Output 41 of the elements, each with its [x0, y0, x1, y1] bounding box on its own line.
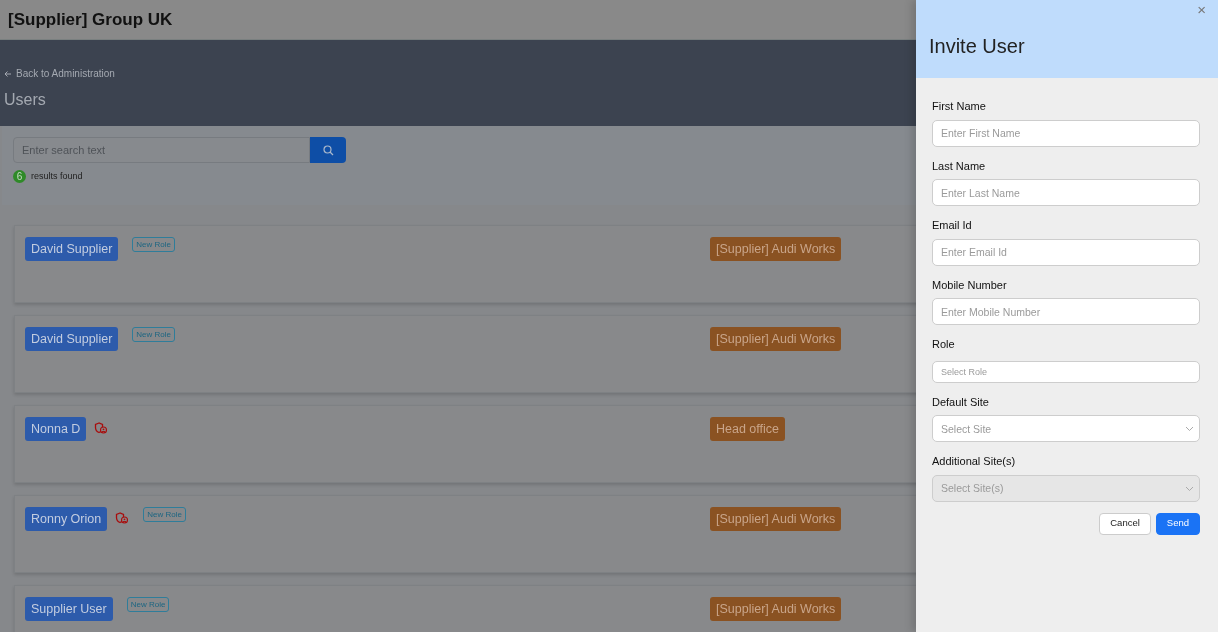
input-field[interactable]: Enter First Name: [932, 119, 1200, 147]
close-button[interactable]: ×: [1197, 1, 1206, 19]
chevron-down-icon: [1185, 485, 1194, 492]
back-link[interactable]: Back to Administration: [4, 66, 115, 81]
user-name[interactable]: David Supplier: [25, 327, 119, 351]
role-tag: New Role: [143, 507, 186, 522]
user-name[interactable]: Nonna D: [25, 417, 87, 441]
input-field[interactable]: Enter Mobile Number: [932, 298, 1200, 325]
input-field[interactable]: Enter Email Id: [932, 238, 1200, 266]
results-count: 6: [13, 170, 26, 184]
field-label: Email Id: [932, 218, 973, 233]
field-label: Default Site: [932, 394, 990, 410]
role-tag: New Role: [126, 597, 170, 612]
panel-title: Invite User: [929, 35, 1025, 57]
user-name[interactable]: Supplier User: [25, 597, 113, 621]
user-name[interactable]: Ronny Orion: [25, 507, 108, 531]
site-badge: Head office: [710, 417, 785, 441]
back-arrow-icon: [4, 69, 12, 78]
app-title: [Supplier] Group UK: [8, 8, 173, 31]
results-label: results found: [31, 170, 83, 183]
search-icon: [322, 144, 334, 156]
field-label: First Name: [932, 99, 987, 114]
chevron-down-icon: [1185, 426, 1194, 432]
field-label: Additional Site(s): [932, 454, 1017, 469]
site-badge: [Supplier] Audi Works: [710, 597, 842, 621]
user-name[interactable]: David Supplier: [25, 237, 119, 261]
site-badge: [Supplier] Audi Works: [710, 327, 842, 351]
select-field[interactable]: Select Site: [932, 415, 1200, 442]
input-field[interactable]: Select Role: [932, 360, 1200, 383]
page-title: Users: [4, 90, 46, 110]
field-label: Role: [932, 337, 956, 352]
role-tag: New Role: [132, 237, 175, 252]
role-tag: New Role: [132, 327, 175, 342]
site-badge: [Supplier] Audi Works: [710, 507, 842, 531]
field-label: Last Name: [932, 158, 987, 174]
send-button[interactable]: Send: [1155, 512, 1200, 535]
search-button[interactable]: [310, 137, 346, 163]
cancel-button[interactable]: Cancel: [1099, 512, 1151, 535]
field-label: Mobile Number: [932, 277, 1008, 293]
site-badge: [Supplier] Audi Works: [710, 237, 842, 261]
input-field[interactable]: Enter Last Name: [932, 179, 1200, 206]
